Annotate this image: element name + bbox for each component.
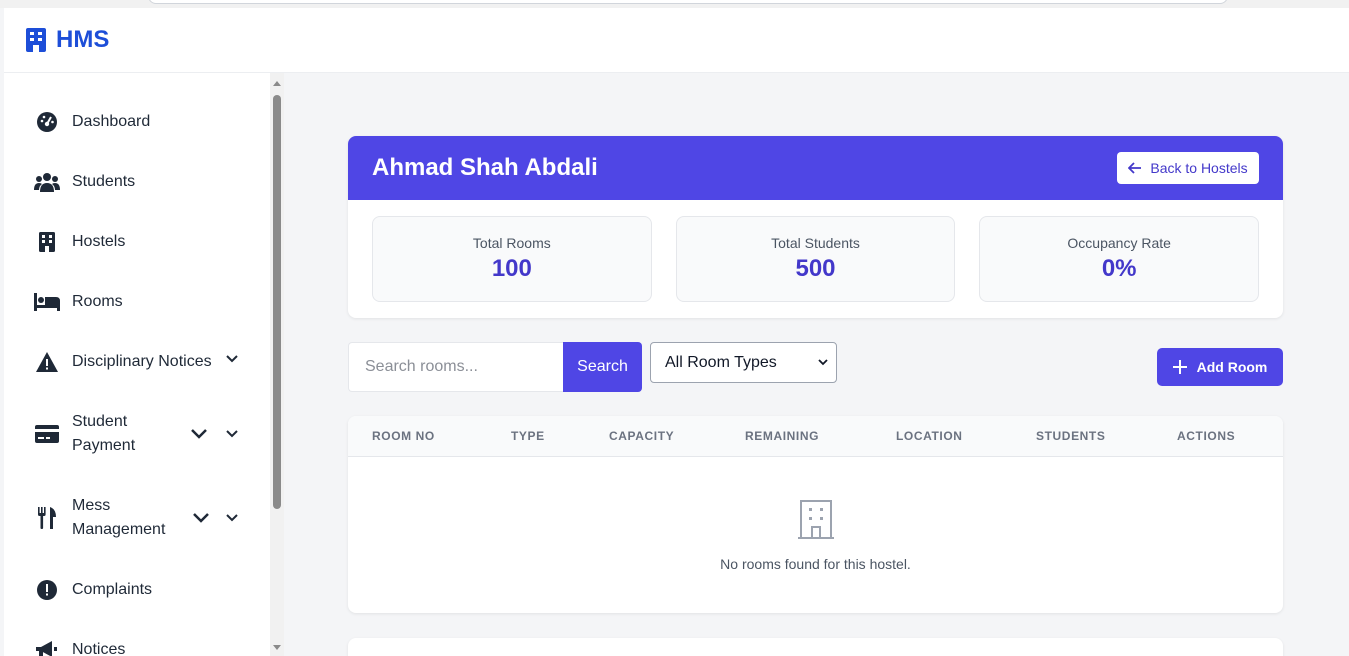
empty-state-message: No rooms found for this hostel. bbox=[720, 556, 911, 572]
chevron-down-icon[interactable] bbox=[226, 355, 238, 363]
table-header: ROOM NO TYPE CAPACITY REMAINING LOCATION… bbox=[348, 416, 1283, 457]
search-rooms-input[interactable] bbox=[348, 342, 564, 392]
sidebar-item-label: Students bbox=[72, 173, 136, 190]
stat-label: Occupancy Rate bbox=[1067, 235, 1171, 251]
gauge-icon bbox=[34, 110, 60, 134]
sidebar-scrollbar[interactable] bbox=[270, 73, 284, 656]
chevron-down-icon bbox=[818, 359, 828, 366]
stat-value: 0% bbox=[1101, 255, 1137, 282]
megaphone-icon bbox=[34, 638, 60, 656]
column-header-remaining[interactable]: REMAINING bbox=[745, 416, 819, 457]
back-to-hostels-button[interactable]: Back to Hostels bbox=[1117, 152, 1259, 184]
address-bar-edge bbox=[148, 0, 1228, 4]
stat-label: Total Students bbox=[771, 235, 860, 251]
building-logo-icon bbox=[26, 28, 46, 52]
sidebar-item-label: Complaints bbox=[72, 581, 153, 598]
add-room-button[interactable]: Add Room bbox=[1157, 348, 1283, 386]
stat-value: 100 bbox=[491, 255, 532, 282]
hostel-header: Ahmad Shah Abdali Back to Hostels bbox=[348, 136, 1283, 200]
sidebar-item-rooms[interactable]: Rooms bbox=[4, 290, 270, 314]
sidebar-item-label: Disciplinary Notices bbox=[72, 353, 212, 370]
bed-icon bbox=[34, 290, 60, 314]
building-outline-icon bbox=[797, 500, 834, 539]
chevron-down-icon[interactable] bbox=[192, 512, 210, 524]
chevron-down-icon[interactable] bbox=[190, 428, 208, 440]
stat-total-students: Total Students 500 bbox=[675, 216, 956, 302]
column-header-capacity[interactable]: CAPACITY bbox=[609, 416, 674, 457]
stat-occupancy-rate: Occupancy Rate 0% bbox=[979, 216, 1260, 302]
utensils-icon bbox=[34, 506, 60, 530]
hostel-title: Ahmad Shah Abdali bbox=[372, 154, 598, 181]
app-name: HMS bbox=[56, 26, 110, 53]
app-header: HMS bbox=[4, 8, 1349, 73]
sidebar-item-notices[interactable]: Notices bbox=[4, 638, 270, 656]
sidebar: Dashboard Students Hostels Rooms Discipl… bbox=[4, 73, 270, 656]
sidebar-item-label: Mess Management bbox=[72, 497, 166, 538]
add-room-label: Add Room bbox=[1196, 359, 1268, 375]
chevron-down-icon[interactable] bbox=[226, 430, 238, 438]
sidebar-item-label: Rooms bbox=[72, 293, 123, 310]
users-icon bbox=[34, 170, 60, 194]
main-content: Ahmad Shah Abdali Back to Hostels Total … bbox=[284, 73, 1349, 656]
scroll-up-arrow-icon[interactable] bbox=[273, 81, 281, 86]
stat-value: 500 bbox=[795, 255, 836, 282]
stat-label: Total Rooms bbox=[472, 235, 551, 251]
sidebar-item-label: Notices bbox=[72, 641, 126, 656]
column-header-students[interactable]: STUDENTS bbox=[1036, 416, 1105, 457]
sidebar-item-hostels[interactable]: Hostels bbox=[4, 230, 270, 254]
plus-icon bbox=[1172, 360, 1187, 374]
search-button[interactable]: Search bbox=[563, 342, 642, 392]
building-icon bbox=[34, 230, 60, 254]
exclamation-circle-icon bbox=[34, 578, 60, 602]
browser-top-strip bbox=[0, 0, 1349, 8]
app-logo[interactable]: HMS bbox=[26, 26, 109, 54]
scrollbar-thumb[interactable] bbox=[273, 95, 281, 509]
sidebar-item-label: Hostels bbox=[72, 233, 126, 250]
sidebar-item-complaints[interactable]: Complaints bbox=[4, 578, 270, 602]
sidebar-item-label: Student Payment bbox=[72, 413, 136, 454]
chevron-down-icon[interactable] bbox=[226, 514, 238, 522]
warning-icon bbox=[34, 350, 60, 374]
sidebar-item-mess-management[interactable]: Mess Management bbox=[4, 494, 270, 542]
stats-row: Total Rooms 100 Total Students 500 Occup… bbox=[372, 216, 1260, 302]
column-header-type[interactable]: TYPE bbox=[511, 416, 545, 457]
sidebar-item-students[interactable]: Students bbox=[4, 170, 270, 194]
sidebar-item-student-payment[interactable]: Student Payment bbox=[4, 410, 270, 458]
column-header-actions[interactable]: ACTIONS bbox=[1177, 416, 1235, 457]
room-type-select[interactable]: All Room Types bbox=[650, 342, 837, 383]
column-header-room-no[interactable]: ROOM NO bbox=[372, 416, 435, 457]
secondary-card bbox=[348, 638, 1283, 656]
credit-card-icon bbox=[34, 422, 60, 446]
back-button-label: Back to Hostels bbox=[1150, 160, 1248, 176]
column-header-location[interactable]: LOCATION bbox=[896, 416, 963, 457]
sidebar-item-dashboard[interactable]: Dashboard bbox=[4, 110, 270, 134]
rooms-table: ROOM NO TYPE CAPACITY REMAINING LOCATION… bbox=[348, 416, 1283, 613]
empty-state: No rooms found for this hostel. bbox=[348, 500, 1283, 572]
sidebar-item-disciplinary-notices[interactable]: Disciplinary Notices bbox=[4, 350, 270, 374]
hostel-summary-card: Ahmad Shah Abdali Back to Hostels Total … bbox=[348, 136, 1283, 318]
arrow-left-icon bbox=[1128, 162, 1142, 174]
room-type-selected-value: All Room Types bbox=[665, 353, 777, 371]
stat-total-rooms: Total Rooms 100 bbox=[372, 216, 652, 302]
scroll-down-arrow-icon[interactable] bbox=[273, 645, 281, 650]
sidebar-item-label: Dashboard bbox=[72, 113, 151, 130]
